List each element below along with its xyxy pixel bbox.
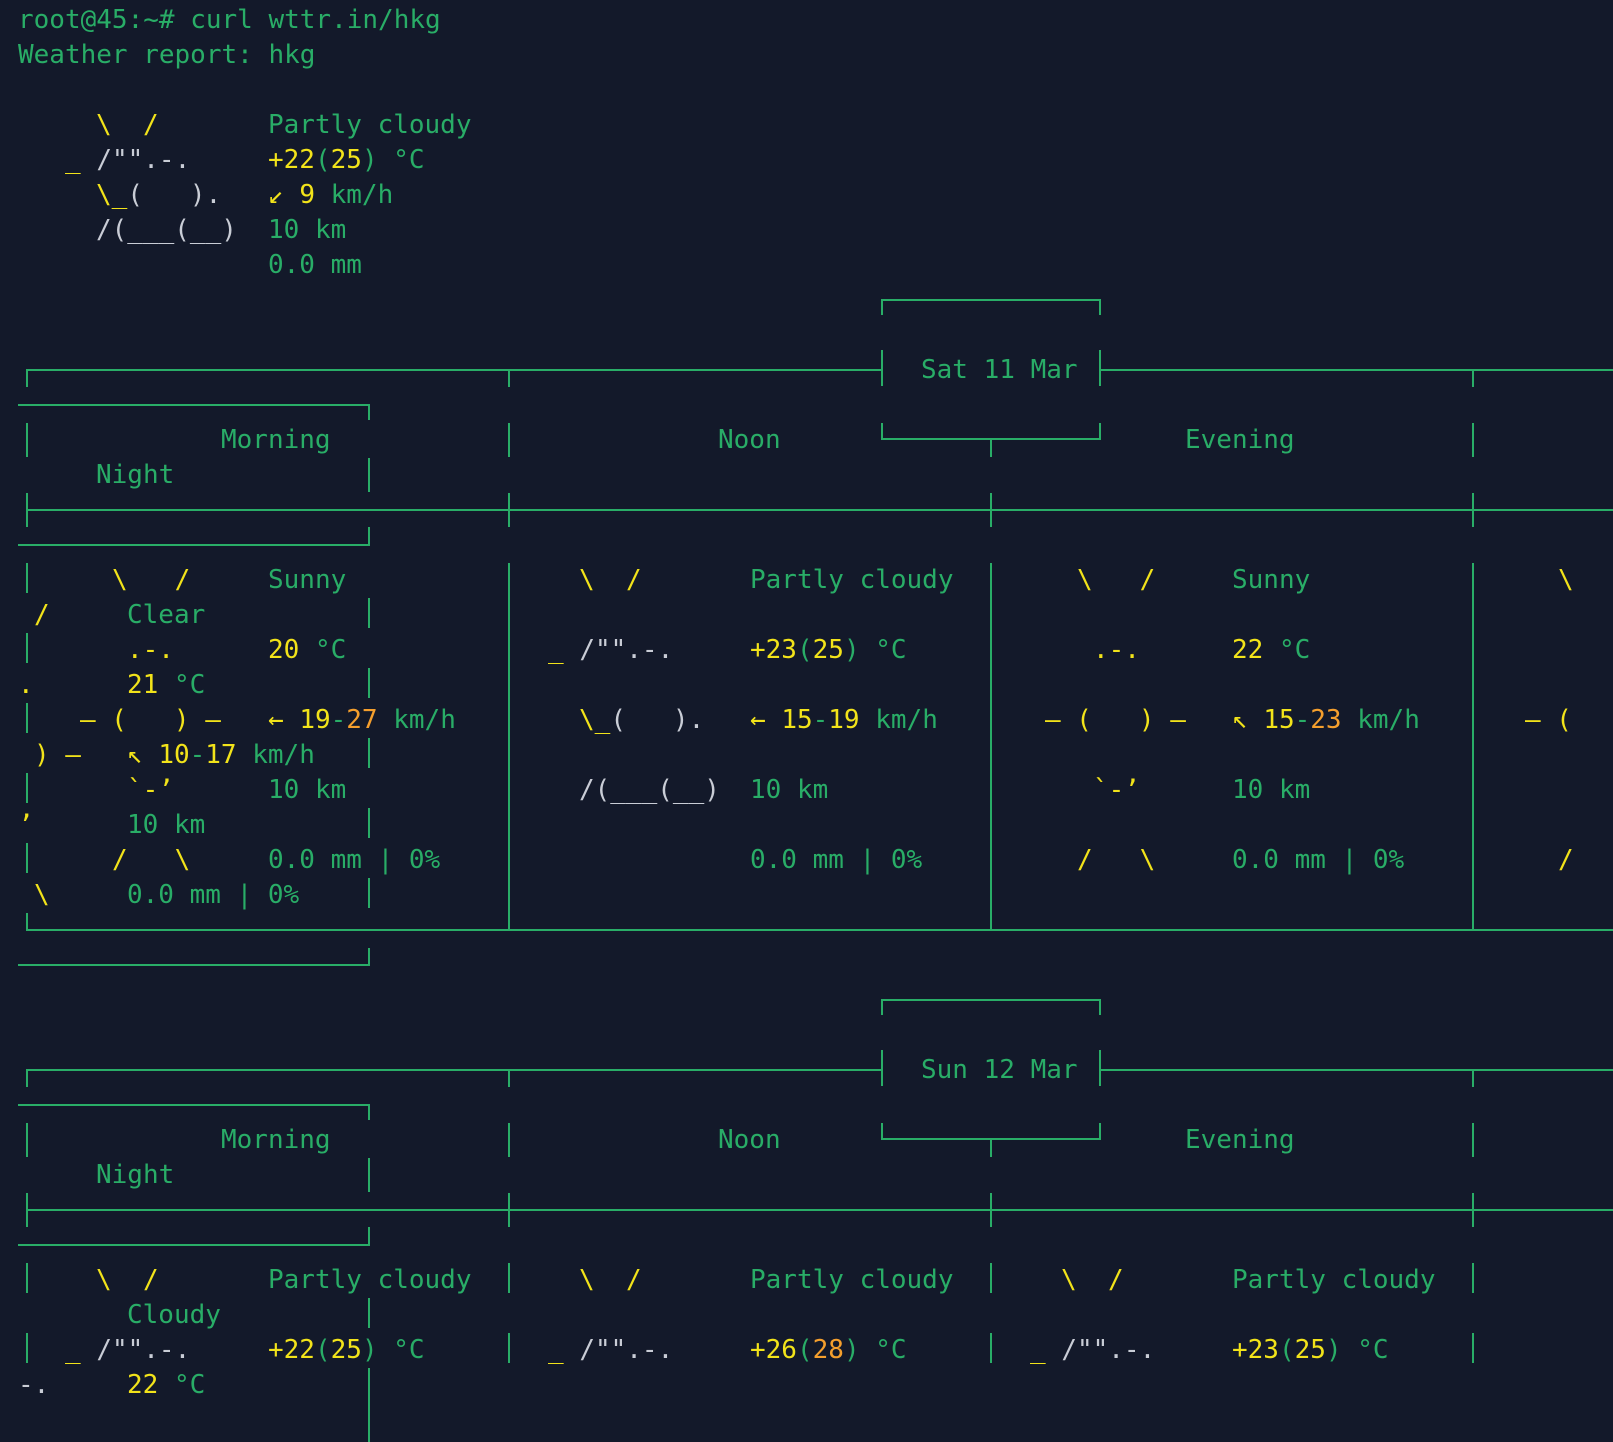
period-morning: Morning <box>221 425 331 455</box>
forecast-precipitation: 0.0 mm | 0% <box>1232 845 1405 875</box>
forecast-precipitation: 0.0 mm | 0% <box>127 880 300 910</box>
partly-cloudy-icon: \ / <box>579 1265 642 1295</box>
forecast-temperature: 21 °C <box>127 670 206 700</box>
forecast-condition: Partly cloudy <box>750 565 954 595</box>
partly-cloudy-icon: \ / <box>96 1265 159 1295</box>
wind-arrow-icon: ↖ <box>127 740 143 770</box>
day-date: Sun 12 Mar <box>921 1055 1078 1085</box>
weather-art-line: \ / <box>96 110 159 140</box>
period-night: Night <box>96 1160 175 1190</box>
partly-cloudy-icon: \ / <box>579 565 642 595</box>
current-visibility: 10 km <box>268 215 347 245</box>
sun-icon: \ / <box>1077 565 1156 595</box>
current-temperature: +22(25) °C <box>268 145 425 175</box>
forecast-visibility: 10 km <box>127 810 206 840</box>
current-precipitation: 0.0 mm <box>268 250 362 280</box>
current-wind: ↙ 9 km/h <box>268 180 394 210</box>
forecast-wind: ← 19-27 km/h <box>268 705 456 735</box>
period-morning: Morning <box>221 1125 331 1155</box>
partly-cloudy-icon: \ / <box>1061 1265 1124 1295</box>
weather-art-line: _ /"".-. <box>65 145 191 175</box>
forecast-wind: ← 15-19 km/h <box>750 705 938 735</box>
forecast-precipitation: 0.0 mm | 0% <box>268 845 441 875</box>
forecast-temperature: +23(25) °C <box>1232 1335 1389 1365</box>
forecast-temperature: +26(28) °C <box>750 1335 907 1365</box>
weather-art-line: \_( ). <box>96 180 222 210</box>
forecast-temperature: 22 °C <box>1232 635 1311 665</box>
forecast-condition: Partly cloudy <box>1232 1265 1436 1295</box>
forecast-condition: Sunny <box>268 565 347 595</box>
command-text: curl wttr.in/hkg <box>190 5 441 35</box>
current-condition: Partly cloudy <box>268 110 472 140</box>
forecast-condition: Partly cloudy <box>268 1265 472 1295</box>
wind-arrow-icon: ← <box>268 705 284 735</box>
forecast-visibility: 10 km <box>268 775 347 805</box>
forecast-precipitation: 0.0 mm | 0% <box>750 845 923 875</box>
day-date: Sat 11 Mar <box>921 355 1078 385</box>
wind-arrow-icon: ← <box>750 705 766 735</box>
forecast-condition: Clear <box>127 600 206 630</box>
forecast-condition: Cloudy <box>127 1300 221 1330</box>
terminal-prompt-line: root@45:~# curl wttr.in/hkg <box>18 3 441 38</box>
period-noon: Noon <box>718 425 781 455</box>
forecast-wind: ↖ 10-17 km/h <box>127 740 315 770</box>
cloud-icon: -. <box>18 1370 50 1400</box>
sun-icon: \ / <box>112 565 191 595</box>
prompt: root@45:~# <box>18 5 175 35</box>
forecast-visibility: 10 km <box>750 775 829 805</box>
forecast-wind: ↖ 15-23 km/h <box>1232 705 1420 735</box>
report-header: Weather report: hkg <box>18 40 316 70</box>
forecast-condition: Partly cloudy <box>750 1265 954 1295</box>
forecast-temperature: 22 °C <box>127 1370 206 1400</box>
forecast-temperature: 20 °C <box>268 635 347 665</box>
forecast-temperature: +23(25) °C <box>750 635 907 665</box>
forecast-visibility: 10 km <box>1232 775 1311 805</box>
period-evening: Evening <box>1185 1125 1295 1155</box>
wind-arrow-icon: ↙ <box>268 180 284 210</box>
period-night: Night <box>96 460 175 490</box>
forecast-temperature: +22(25) °C <box>268 1335 425 1365</box>
weather-art-line: /(___(__) <box>96 215 237 245</box>
period-noon: Noon <box>718 1125 781 1155</box>
forecast-condition: Sunny <box>1232 565 1311 595</box>
wind-arrow-icon: ↖ <box>1232 705 1248 735</box>
period-evening: Evening <box>1185 425 1295 455</box>
